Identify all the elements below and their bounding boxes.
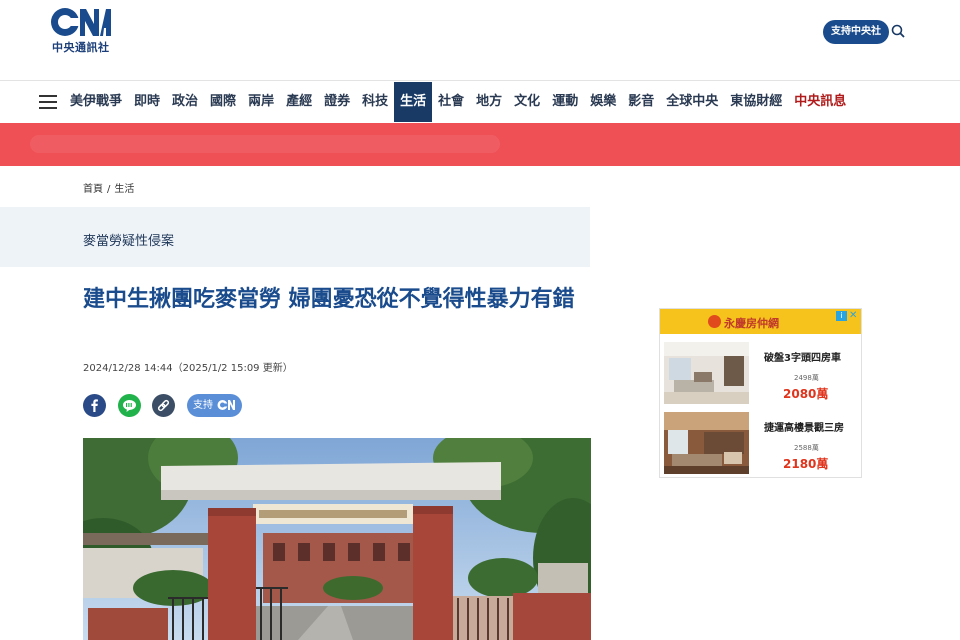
topic-bar: 麥當勞疑性侵案	[0, 207, 590, 267]
ad-item[interactable]: 捷運高樓景觀三房 2588萬 2180萬	[660, 408, 861, 476]
nav-items: 美伊戰爭 即時 政治 國際 兩岸 產經 證券 科技 生活 社會 地方 文化 運動 娛樂 影音 全球中央 東協財經…	[64, 82, 852, 122]
ad-item[interactable]: 破盤3字頭四房車 2498萬 2080萬	[660, 338, 861, 406]
ad-item-price: 2080萬	[783, 387, 829, 401]
copy-link-button[interactable]	[152, 394, 175, 417]
breadcrumb: 首頁 / 生活	[83, 180, 134, 195]
nav-item[interactable]: 文化	[508, 82, 546, 122]
ad-item-price: 2180萬	[783, 457, 829, 471]
support-cna-button[interactable]: 支持中央社	[823, 20, 889, 44]
ad-thumbnail	[664, 412, 749, 474]
nav-item[interactable]: 東協財經	[724, 82, 788, 122]
nav-item[interactable]: 運動	[546, 82, 584, 122]
nav-item[interactable]: 即時	[128, 82, 166, 122]
search-icon[interactable]	[891, 24, 905, 38]
ad-info-icon[interactable]: i	[836, 311, 847, 321]
breadcrumb-section[interactable]: 生活	[114, 184, 134, 195]
advertisement[interactable]: 永慶房仲網 i ✕ 破盤3字頭四房車 2498萬 2080萬 捷運高樓景觀三房 …	[659, 308, 862, 478]
living-room-image	[664, 342, 749, 404]
ad-header: 永慶房仲網 i ✕	[660, 309, 861, 334]
breadcrumb-home[interactable]: 首頁	[83, 184, 103, 195]
ad-item-name: 捷運高樓景觀三房	[764, 423, 844, 434]
site-header: 中央通訊社 支持中央社	[0, 0, 960, 81]
nav-item[interactable]: 兩岸	[242, 82, 280, 122]
cna-logo[interactable]: 中央通訊社	[48, 6, 116, 54]
facebook-icon	[91, 399, 98, 412]
school-gate-image	[83, 438, 591, 640]
article-title: 建中生揪團吃麥當勞 婦團憂恐從不覺得性暴力有錯	[83, 287, 575, 312]
article-photo[interactable]	[83, 438, 591, 640]
article-dateline: 2024/12/28 14:44（2025/1/2 15:09 更新）	[83, 363, 293, 374]
support-pill-label: 支持	[193, 400, 213, 411]
nav-item[interactable]: 影音	[622, 82, 660, 122]
nav-item[interactable]: 國際	[204, 82, 242, 122]
support-cna-pill[interactable]: 支持	[187, 394, 242, 417]
nav-item[interactable]: 美伊戰爭	[64, 82, 128, 122]
ad-brand-logo-icon	[708, 315, 721, 328]
topic-label[interactable]: 麥當勞疑性侵案	[83, 230, 174, 249]
link-icon	[157, 399, 170, 412]
ad-item-old-price: 2588萬	[794, 444, 819, 452]
nav-item[interactable]: 政治	[166, 82, 204, 122]
ad-thumbnail	[664, 342, 749, 404]
ad-close-icon[interactable]: ✕	[849, 311, 859, 321]
nav-item[interactable]: 中央訊息	[788, 82, 852, 122]
nav-item[interactable]: 產經	[280, 82, 318, 122]
banner-content	[30, 135, 500, 153]
main-nav: 美伊戰爭 即時 政治 國際 兩岸 產經 證券 科技 生活 社會 地方 文化 運動 娛樂 影音 全球中央 東協財經…	[0, 82, 960, 122]
line-icon	[123, 400, 136, 412]
nav-item[interactable]: 全球中央	[660, 82, 724, 122]
nav-item[interactable]: 證券	[318, 82, 356, 122]
nav-item[interactable]: 地方	[470, 82, 508, 122]
logo-text: 中央通訊社	[52, 41, 110, 54]
facebook-share-button[interactable]	[83, 394, 106, 417]
nav-item[interactable]: 社會	[432, 82, 470, 122]
ad-item-name: 破盤3字頭四房車	[764, 353, 841, 364]
breadcrumb-separator: /	[107, 184, 111, 195]
cna-logo-icon	[51, 8, 111, 36]
ad-item-old-price: 2498萬	[794, 374, 819, 382]
ad-brand: 永慶房仲網	[724, 317, 779, 330]
hamburger-menu-icon[interactable]	[39, 94, 57, 110]
cna-mini-logo-icon	[217, 400, 235, 410]
living-room-image	[664, 412, 749, 474]
line-share-button[interactable]	[118, 394, 141, 417]
nav-item[interactable]: 娛樂	[584, 82, 622, 122]
nav-item[interactable]: 生活	[394, 82, 433, 122]
promo-banner[interactable]	[0, 123, 960, 166]
nav-item[interactable]: 科技	[356, 82, 394, 122]
